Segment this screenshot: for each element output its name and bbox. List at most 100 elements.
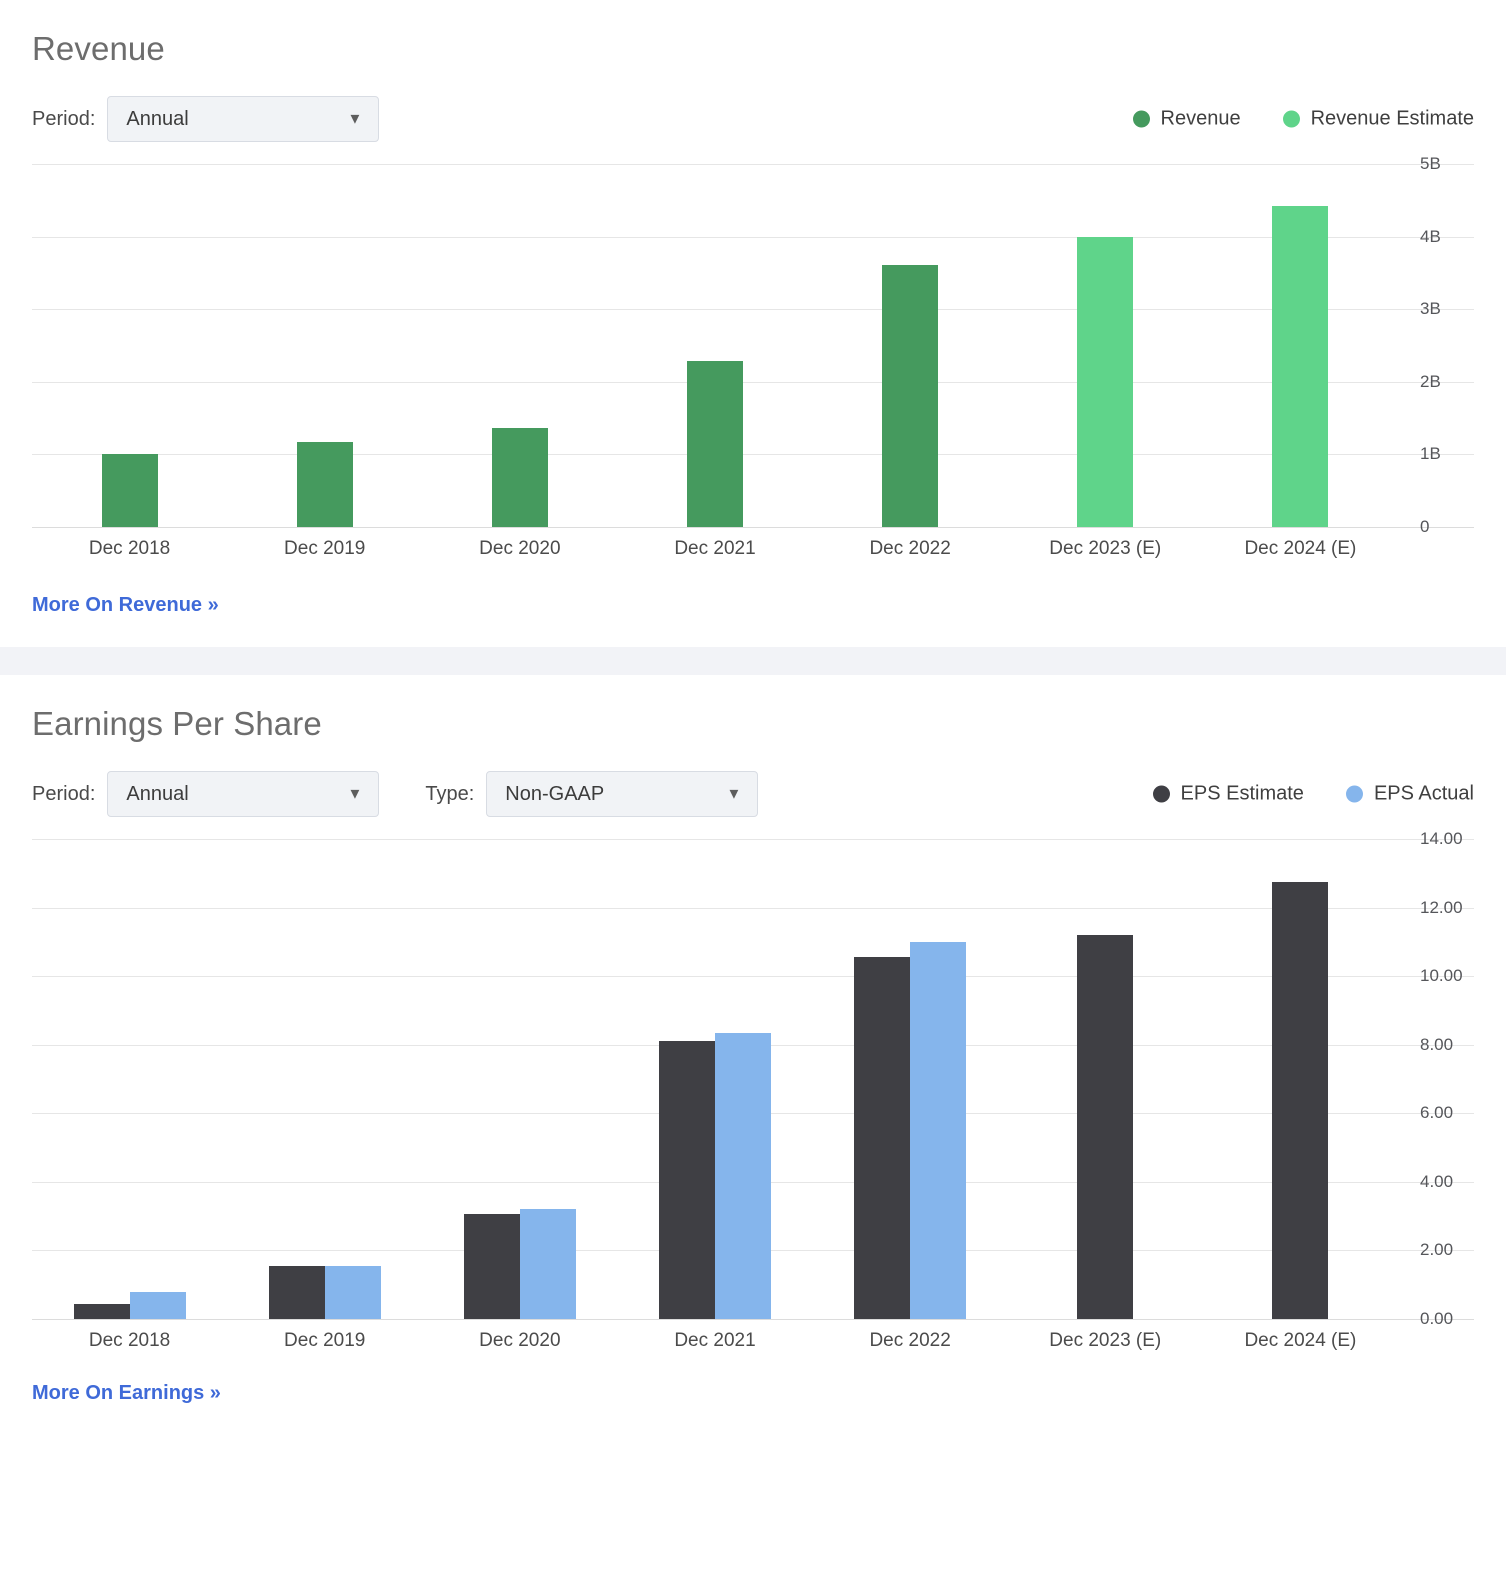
legend-item-eps-actual: EPS Actual <box>1345 782 1474 806</box>
eps-legend: EPS Estimate EPS Actual <box>1111 783 1474 806</box>
bar[interactable] <box>658 1041 715 1319</box>
eps-period-label: Period: <box>32 782 96 805</box>
y-axis-tick-label: 10.00 <box>1420 966 1463 986</box>
revenue-period-select[interactable]: Annual ▼ <box>107 96 380 142</box>
x-axis-tick-label: Dec 2023 (E) <box>1049 1330 1162 1351</box>
bar-group <box>1203 839 1398 1319</box>
eps-chart: 0.00 2.00 4.00 6.00 8.00 10.00 12.00 14.00 Dec … <box>32 829 1474 1352</box>
legend-color-dot <box>1345 785 1363 803</box>
eps-type-label: Type: <box>425 782 475 805</box>
legend-item-revenue: Revenue <box>1132 107 1241 131</box>
x-axis-tick-label: Dec 2018 <box>88 1330 171 1351</box>
bar[interactable] <box>1077 935 1134 1319</box>
bar[interactable] <box>463 1214 520 1319</box>
y-axis-tick-label: 14.00 <box>1420 829 1463 848</box>
bar-group <box>617 164 812 527</box>
bars-layer <box>32 164 1398 527</box>
revenue-section: Revenue Period: Annual ▼ Revenue Revenue… <box>0 0 1506 647</box>
legend-item-eps-estimate: EPS Estimate <box>1152 782 1304 806</box>
gridline <box>32 1319 1474 1320</box>
bar[interactable] <box>910 941 967 1319</box>
bar-group <box>422 839 617 1319</box>
bar[interactable] <box>101 453 158 527</box>
x-axis-tick-label: Dec 2019 <box>284 538 366 559</box>
x-axis-tick-label: Dec 2020 <box>479 1330 561 1351</box>
x-axis-tick-label: Dec 2024 (E) <box>1244 1330 1357 1351</box>
legend-color-dot <box>1282 110 1300 128</box>
bar-group <box>617 839 812 1319</box>
revenue-legend: Revenue Revenue Estimate <box>1091 108 1474 131</box>
bars-layer <box>32 839 1398 1319</box>
bar-group <box>32 164 227 527</box>
revenue-chart: 0 1B 2B 3B 4B 5B Dec 2018 Dec 2019 Dec 2020 Dec … <box>32 154 1474 560</box>
bar[interactable] <box>882 264 939 527</box>
bar-group <box>227 839 422 1319</box>
legend-label: EPS Estimate <box>1180 782 1304 805</box>
chevron-down-icon: ▼ <box>726 785 742 803</box>
bar[interactable] <box>129 1291 186 1319</box>
eps-period-value: Annual <box>126 782 189 805</box>
eps-period-group: Period: Annual ▼ <box>32 771 380 817</box>
bar[interactable] <box>1272 206 1329 527</box>
bar[interactable] <box>854 957 911 1319</box>
eps-title: Earnings Per Share <box>32 705 322 742</box>
more-on-earnings-link[interactable]: More On Earnings » <box>32 1382 221 1405</box>
x-axis-tick-label: Dec 2020 <box>479 538 561 559</box>
y-axis-tick-label: 8.00 <box>1420 1034 1454 1054</box>
bar[interactable] <box>491 428 548 527</box>
eps-period-select[interactable]: Annual ▼ <box>107 771 380 817</box>
bar-group <box>422 164 617 527</box>
y-axis-tick-label: 0.00 <box>1420 1309 1454 1328</box>
bar[interactable] <box>324 1265 381 1319</box>
bar[interactable] <box>714 1032 771 1319</box>
bar[interactable] <box>73 1303 130 1319</box>
eps-x-axis: Dec 2018 Dec 2019 Dec 2020 Dec 2021 Dec 2022… <box>32 1330 1398 1352</box>
legend-color-dot <box>1152 785 1170 803</box>
x-axis-tick-label: Dec 2024 (E) <box>1244 538 1357 559</box>
legend-color-dot <box>1132 110 1150 128</box>
y-axis-tick-label: 5B <box>1420 154 1441 173</box>
eps-type-select[interactable]: Non-GAAP ▼ <box>486 771 759 817</box>
eps-section: Earnings Per Share Period: Annual ▼ Type… <box>0 675 1506 1431</box>
chevron-down-icon: ▼ <box>347 110 363 128</box>
section-divider <box>0 647 1506 675</box>
more-on-revenue-link[interactable]: More On Revenue » <box>32 594 219 617</box>
eps-plot-area: 0.00 2.00 4.00 6.00 8.00 10.00 12.00 14.00 <box>32 829 1474 1328</box>
y-axis-tick-label: 4.00 <box>1420 1171 1454 1191</box>
x-axis-tick-label: Dec 2022 <box>869 538 951 559</box>
y-axis-tick-label: 12.00 <box>1420 897 1463 917</box>
bar[interactable] <box>268 1265 325 1319</box>
revenue-title: Revenue <box>32 30 165 67</box>
revenue-controls: Period: Annual ▼ Revenue Revenue Estimat… <box>32 96 1474 142</box>
legend-label: EPS Actual <box>1373 782 1474 805</box>
x-axis-tick-label: Dec 2019 <box>284 1330 366 1351</box>
revenue-plot-area: 0 1B 2B 3B 4B 5B <box>32 154 1474 536</box>
revenue-x-axis: Dec 2018 Dec 2019 Dec 2020 Dec 2021 Dec 2022… <box>32 538 1398 560</box>
y-axis-tick-label: 2.00 <box>1420 1240 1454 1260</box>
legend-label: Revenue <box>1160 107 1241 130</box>
gridline <box>32 527 1474 528</box>
y-axis-tick-label: 4B <box>1420 226 1441 246</box>
eps-type-group: Type: Non-GAAP ▼ <box>425 771 759 817</box>
eps-controls: Period: Annual ▼ Type: Non-GAAP ▼ EPS Es… <box>32 771 1474 817</box>
x-axis-tick-label: Dec 2022 <box>869 1330 951 1351</box>
bar[interactable] <box>296 442 353 527</box>
bar[interactable] <box>686 361 743 527</box>
y-axis-tick-label: 0 <box>1420 517 1430 536</box>
chevron-down-icon: ▼ <box>347 785 363 803</box>
x-axis-tick-label: Dec 2021 <box>674 1330 756 1351</box>
revenue-period-group: Period: Annual ▼ <box>32 96 380 142</box>
y-axis-tick-label: 1B <box>1420 444 1441 464</box>
bar[interactable] <box>1272 881 1329 1319</box>
legend-item-revenue-estimate: Revenue Estimate <box>1282 108 1474 131</box>
bar-group <box>32 839 227 1319</box>
x-axis-tick-label: Dec 2023 (E) <box>1049 538 1162 559</box>
y-axis-tick-label: 6.00 <box>1420 1103 1454 1123</box>
bar[interactable] <box>1077 236 1134 527</box>
eps-type-value: Non-GAAP <box>505 782 605 805</box>
x-axis-tick-label: Dec 2018 <box>88 538 171 559</box>
bar-group <box>227 164 422 527</box>
bar[interactable] <box>519 1209 576 1319</box>
y-axis-tick-label: 3B <box>1420 299 1441 319</box>
bar-group <box>1008 839 1203 1319</box>
